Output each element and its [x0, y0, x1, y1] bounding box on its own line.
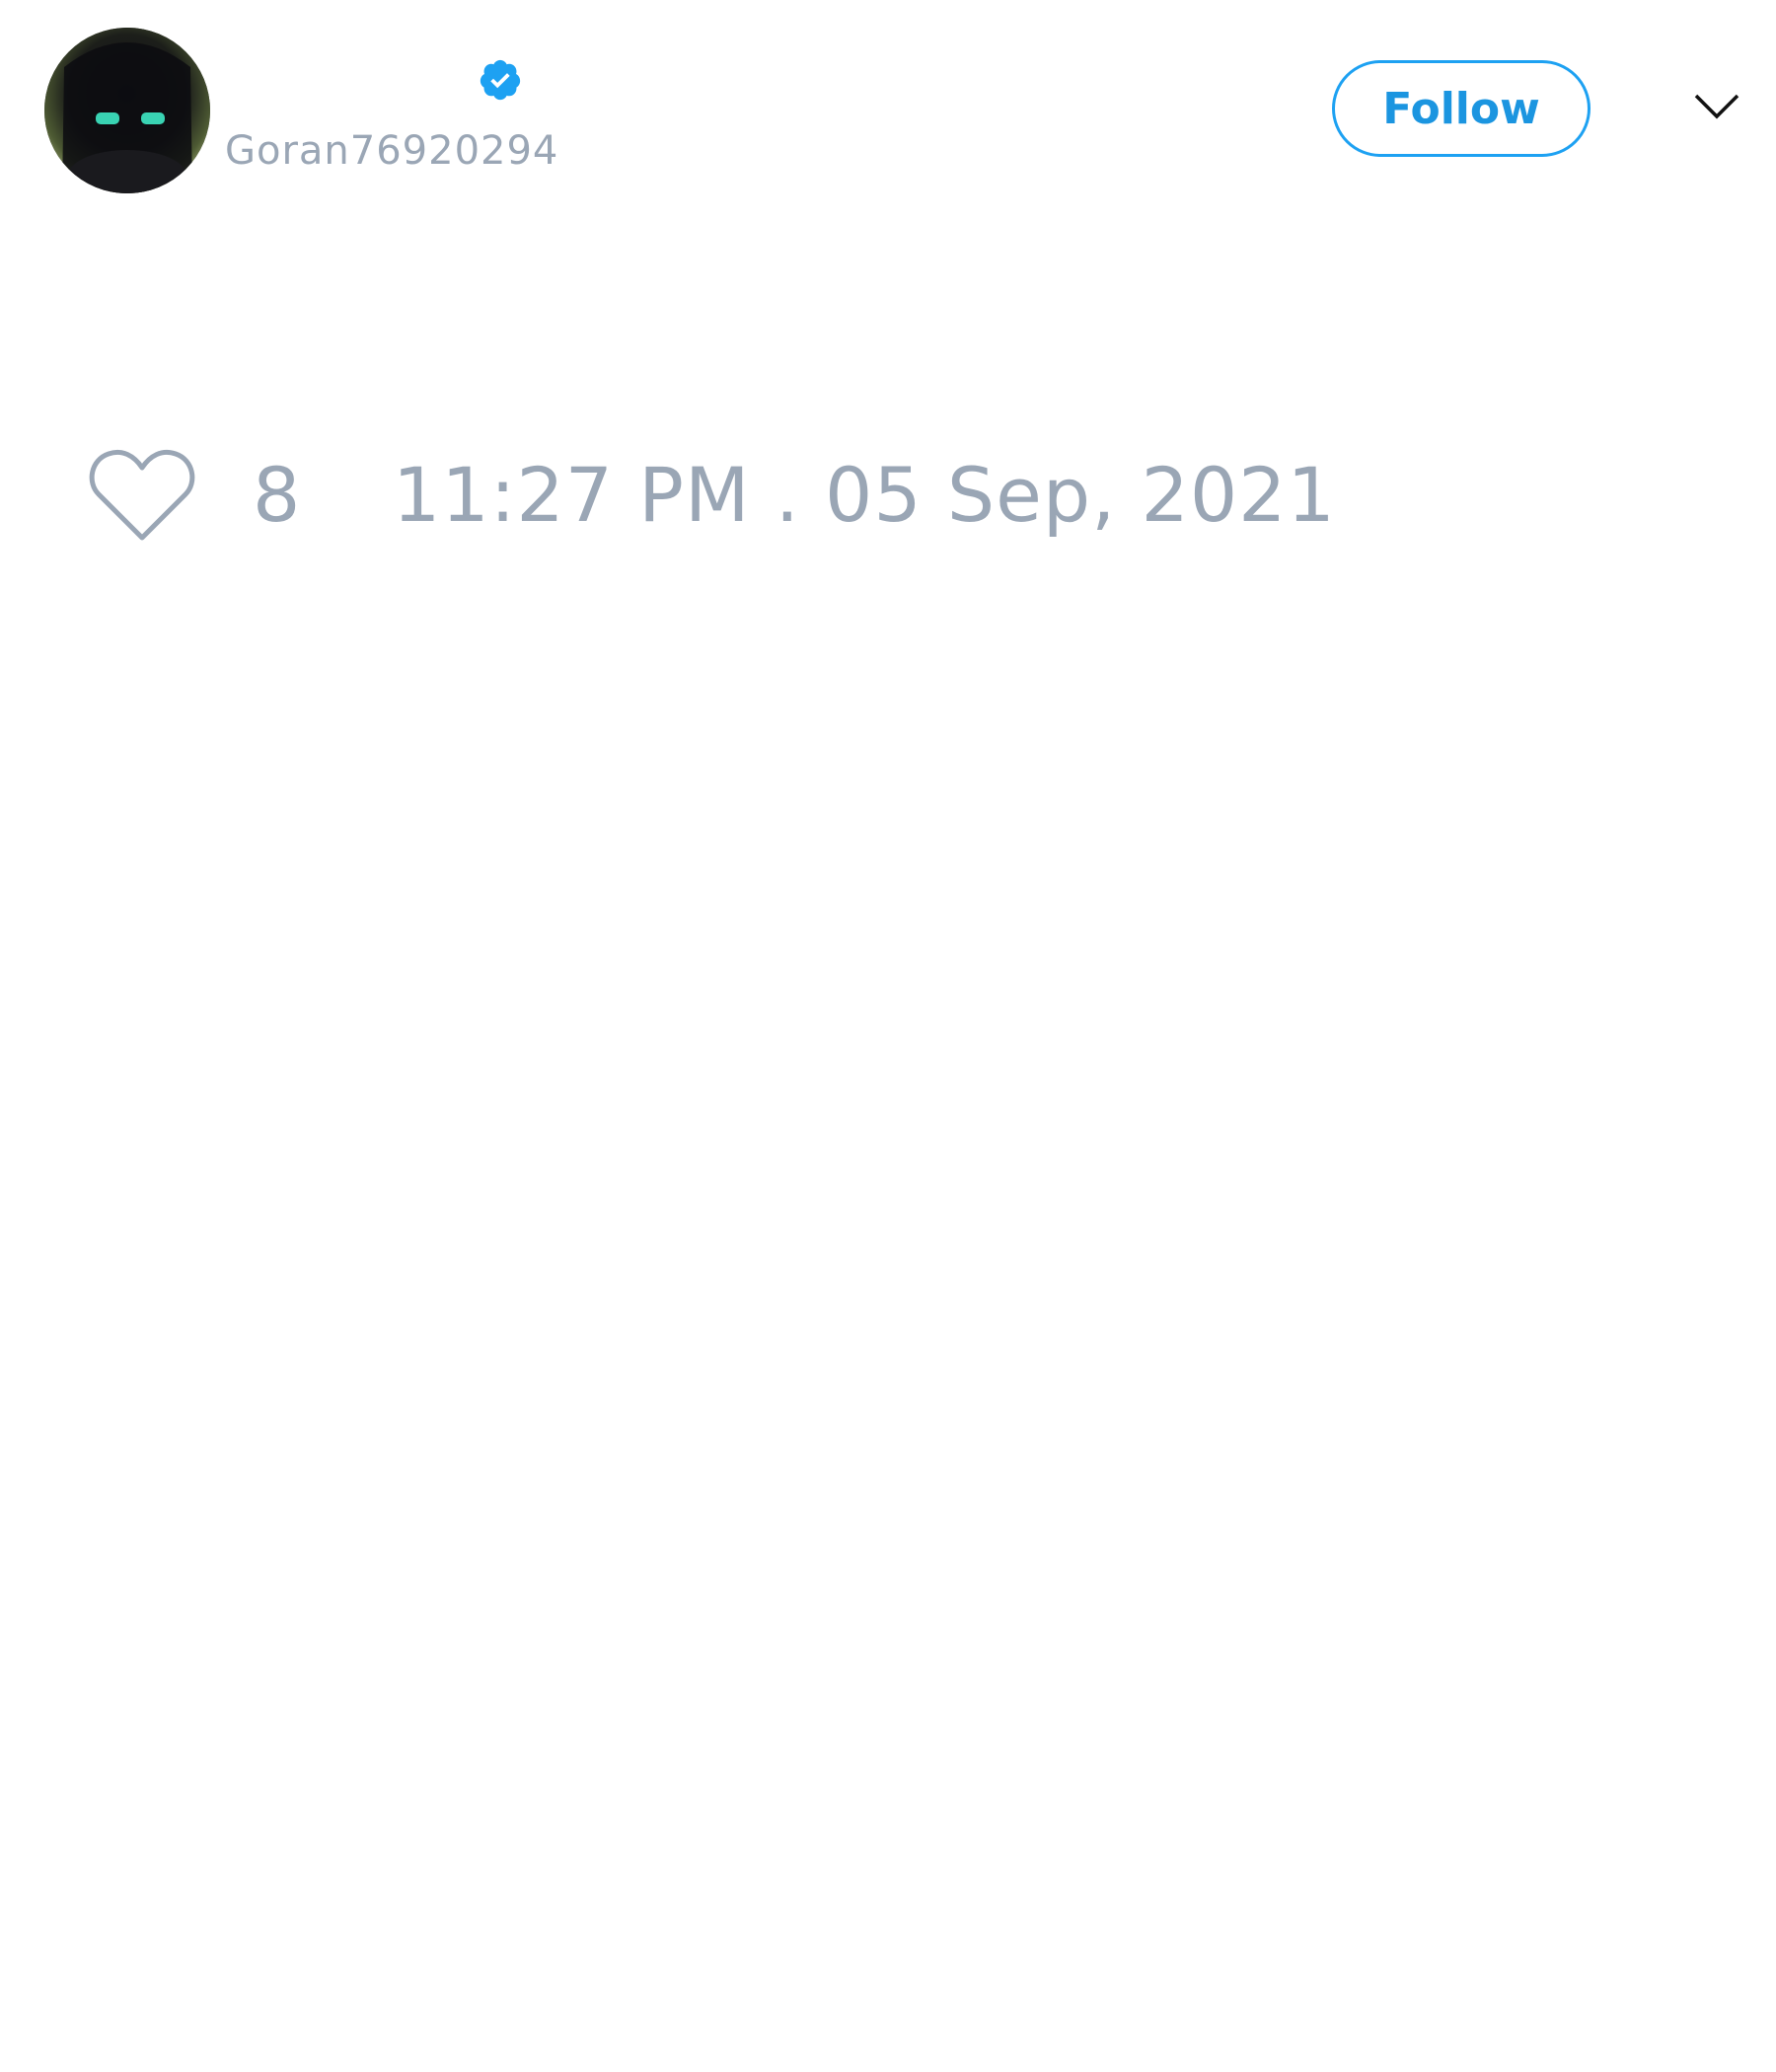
tweet-timestamp[interactable]: 11:27 PM . 05 Sep, 2021: [393, 448, 1336, 543]
heart-icon[interactable]: [89, 448, 195, 543]
tweet-card: Goran76920294 Follow 8 11:27 PM . 05 Sep…: [0, 0, 1776, 2072]
chevron-down-icon[interactable]: [1693, 92, 1740, 121]
follow-button[interactable]: Follow: [1332, 60, 1591, 157]
like-count: 8: [253, 451, 301, 539]
avatar-image: [44, 28, 210, 193]
avatar[interactable]: [44, 28, 210, 193]
author-handle[interactable]: Goran76920294: [225, 125, 558, 177]
tweet-action-row: 8 11:27 PM . 05 Sep, 2021: [0, 434, 1776, 553]
verified-badge-icon: [480, 59, 521, 101]
